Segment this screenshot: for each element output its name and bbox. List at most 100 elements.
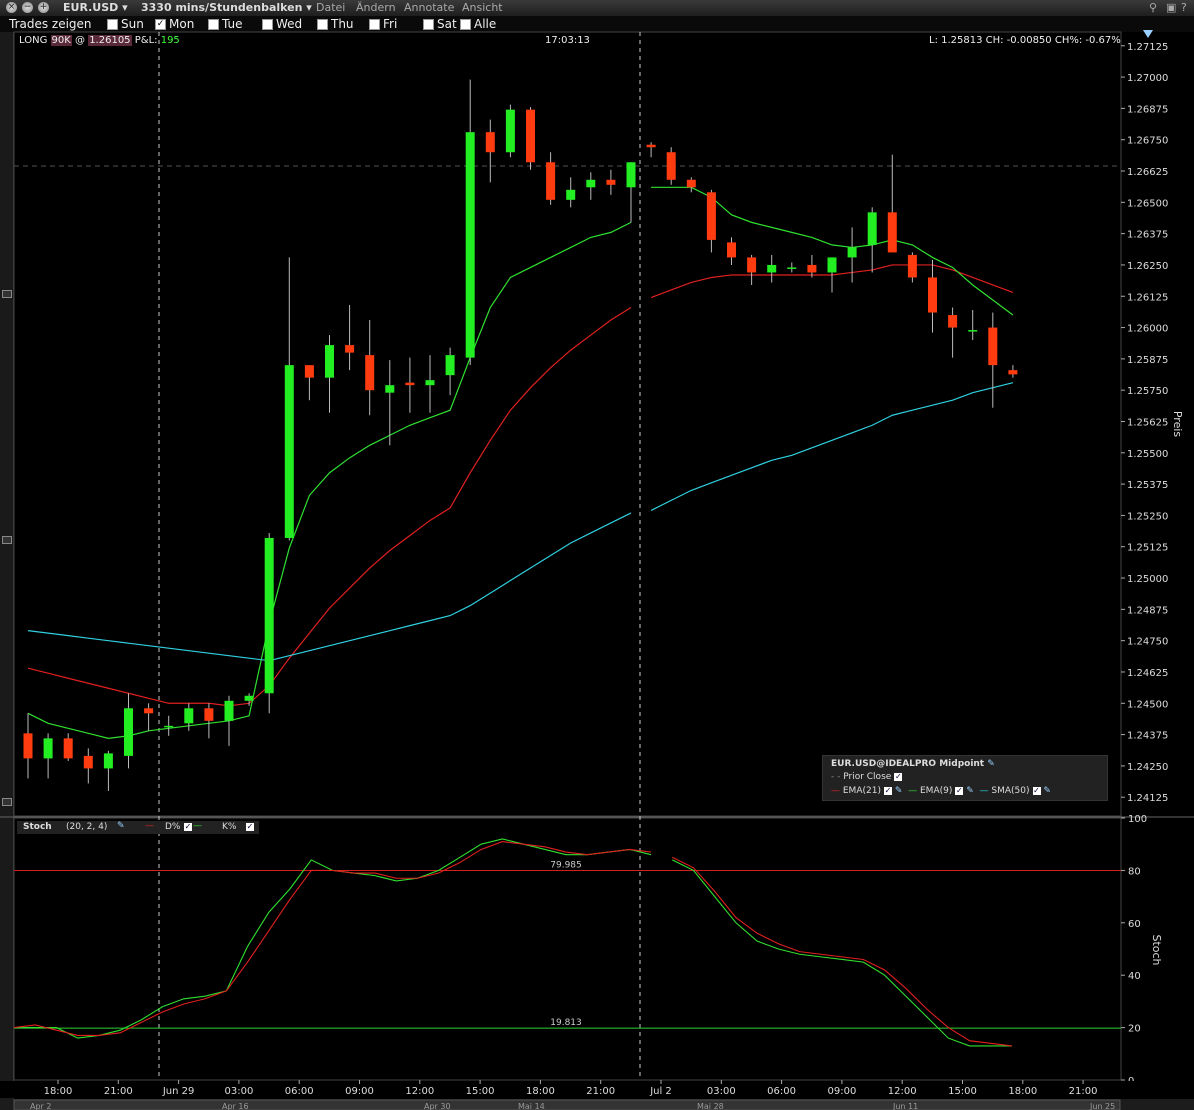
- position-size: 90K: [50, 35, 72, 46]
- time-tick-label: 09:00: [345, 1086, 374, 1097]
- ma-line-ema9: [27, 221, 632, 739]
- candle-body: [887, 212, 897, 253]
- pnl-value: 195: [160, 35, 180, 46]
- stoch-upper-label: 79.985: [550, 860, 582, 870]
- sma50-checkbox[interactable]: ✓: [1032, 786, 1041, 795]
- price-legend: EUR.USD@IDEALPRO Midpoint ✎ - - Prior Cl…: [822, 755, 1108, 801]
- price-tick-label: 1.25875: [1127, 355, 1168, 366]
- stoch-tick-label: 60: [1128, 919, 1141, 930]
- navigator-label: Apr 16: [222, 1102, 249, 1110]
- stoch-tick-label: 100: [1128, 814, 1147, 825]
- price-tick-label: 1.26625: [1127, 167, 1168, 178]
- candle-body: [727, 242, 736, 258]
- price-tick-label: 1.24500: [1127, 699, 1168, 710]
- stoch-axis-title: Stoch: [1150, 934, 1163, 965]
- prior-close-label: Prior Close: [843, 772, 892, 782]
- price-tick-label: 1.26000: [1127, 324, 1168, 335]
- candle-body: [928, 277, 937, 313]
- candle-body: [1008, 370, 1018, 375]
- stoch-legend: Stoch (20, 2, 4) ✎ — D% ✓ — K% ✓: [17, 821, 259, 834]
- chart-canvas[interactable]: 1.27125 1.27000 1.26875 1.26750 1.26625 1.265…: [0, 0, 1194, 1110]
- ema21-checkbox[interactable]: ✓: [883, 786, 892, 795]
- candle-body: [988, 327, 998, 366]
- time-tick-label: 06:00: [285, 1086, 314, 1097]
- price-tick-label: 1.26750: [1127, 136, 1168, 147]
- price-tick-label: 1.24750: [1127, 637, 1168, 648]
- candle-body: [264, 537, 274, 694]
- dashed-line-icon: - -: [831, 772, 841, 782]
- price-tick-label: 1.25250: [1127, 511, 1168, 522]
- candle-body: [43, 738, 53, 759]
- candle-body: [546, 162, 556, 200]
- prior-close-item[interactable]: - - Prior Close ✓: [831, 772, 903, 782]
- ma-line-sma50: [27, 512, 632, 662]
- navigator-label: Mai 14: [518, 1102, 545, 1110]
- at-sign: @: [75, 35, 85, 46]
- scale-marker-icon[interactable]: [1143, 30, 1153, 38]
- candle-body: [606, 179, 616, 185]
- candle-body: [586, 179, 596, 188]
- price-tick-label: 1.26125: [1127, 292, 1168, 303]
- wrench-icon[interactable]: ✎: [987, 759, 995, 769]
- price-tick-label: 1.24875: [1127, 605, 1168, 616]
- time-tick-label: 12:00: [405, 1086, 434, 1097]
- navigator-label: Jun 11: [892, 1102, 918, 1110]
- candle-body: [847, 247, 857, 258]
- candle-body: [626, 162, 636, 188]
- candle-body: [103, 753, 113, 769]
- navigator-label: Apr 2: [30, 1102, 51, 1110]
- stoch-tick-label: 80: [1128, 866, 1141, 877]
- time-tick-label: 21:00: [586, 1086, 615, 1097]
- candle-body: [686, 179, 696, 188]
- wrench-icon[interactable]: ✎: [895, 786, 903, 796]
- prior-close-checkbox[interactable]: ✓: [894, 772, 903, 781]
- ema9-checkbox[interactable]: ✓: [955, 786, 964, 795]
- time-tick-label: 18:00: [1008, 1086, 1037, 1097]
- time-tick-label: 15:00: [948, 1086, 977, 1097]
- price-tick-label: 1.26375: [1127, 230, 1168, 241]
- d-swatch-icon: —: [145, 821, 154, 831]
- wrench-icon[interactable]: ✎: [1043, 786, 1051, 796]
- candle-body: [325, 345, 334, 378]
- ema9-label: EMA(9): [920, 786, 953, 796]
- time-tick-label: 09:00: [827, 1086, 856, 1097]
- price-tick-label: 1.25000: [1127, 574, 1168, 585]
- price-axis-title: Preis: [1171, 411, 1184, 438]
- price-tick-label: 1.26500: [1127, 198, 1168, 209]
- price-tick-label: 1.24625: [1127, 668, 1168, 679]
- last-price-stats: L: 1.25813 CH: -0.00850 CH%: -0.67%: [929, 35, 1121, 46]
- price-tick-label: 1.26250: [1127, 261, 1168, 272]
- price-tick-label: 1.25375: [1127, 480, 1168, 491]
- candle-body: [63, 738, 73, 759]
- clock: 17:03:13: [545, 35, 590, 46]
- ma-line-ema9: [651, 186, 1014, 316]
- k-label: K%: [222, 822, 237, 832]
- time-tick-label: 15:00: [466, 1086, 495, 1097]
- wrench-icon[interactable]: ✎: [966, 786, 974, 796]
- price-tick-label: 1.25125: [1127, 543, 1168, 554]
- stoch-lower-label: 19.813: [550, 1018, 582, 1028]
- candle-body: [385, 385, 395, 393]
- indicator-legend-row: — EMA(21) ✓ ✎ — EMA(9) ✓ ✎ — SMA(50) ✓ ✎: [831, 786, 1051, 796]
- time-tick-label: 03:00: [224, 1086, 253, 1097]
- sma50-swatch-icon: —: [979, 786, 989, 796]
- candle-body: [425, 380, 435, 386]
- candle-body: [244, 695, 254, 701]
- candle-body: [204, 708, 214, 721]
- time-tick-label: 21:00: [104, 1086, 133, 1097]
- k-checkbox[interactable]: ✓: [246, 823, 254, 831]
- candle-body: [666, 152, 676, 180]
- candle-body: [907, 254, 917, 278]
- wrench-icon[interactable]: ✎: [117, 821, 125, 831]
- candle-body: [405, 382, 415, 386]
- d-checkbox[interactable]: ✓: [184, 823, 192, 831]
- stoch-k-line: [672, 859, 1012, 1047]
- time-tick-label: Jul 2: [649, 1086, 672, 1097]
- price-tick-label: 1.25625: [1127, 417, 1168, 428]
- time-tick-label: 18:00: [526, 1086, 555, 1097]
- navigator-label: Jun 25: [1089, 1102, 1115, 1110]
- stoch-name: Stoch: [23, 822, 52, 832]
- candle-body: [646, 144, 656, 148]
- candle-body: [224, 700, 234, 721]
- candle-body: [365, 355, 375, 391]
